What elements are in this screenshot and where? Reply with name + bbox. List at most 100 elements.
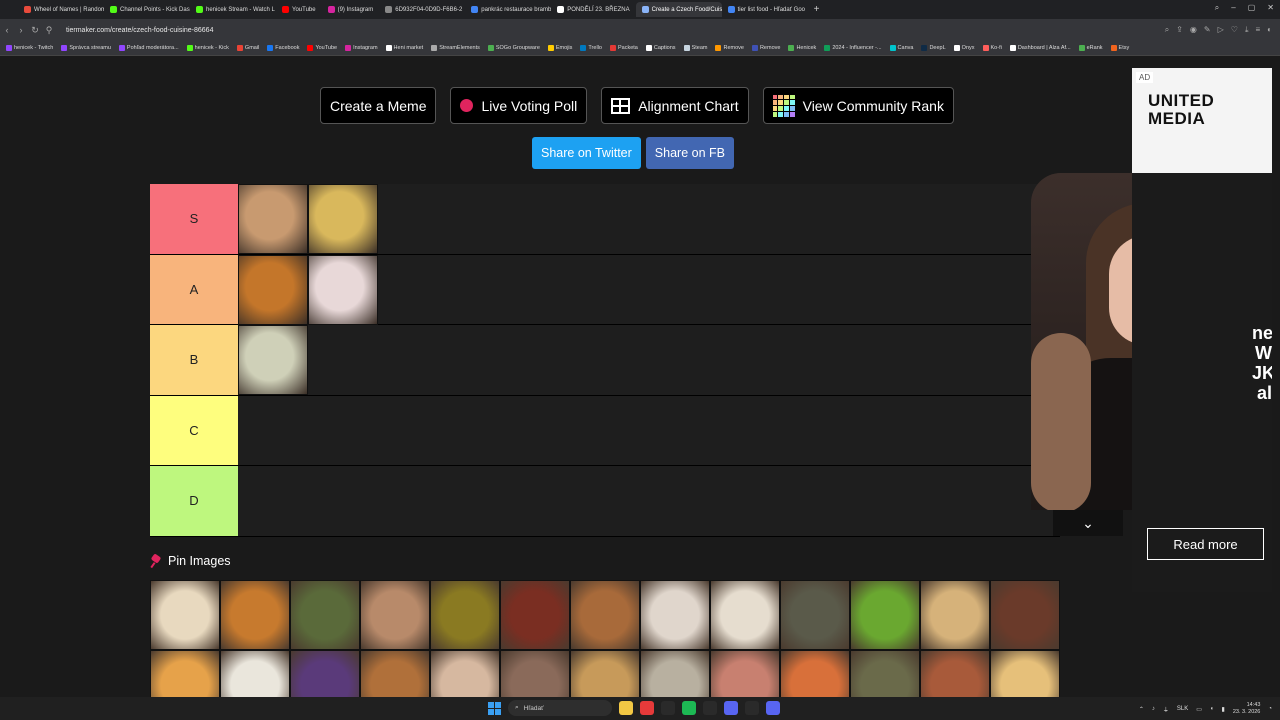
camera-icon[interactable]: ◉ — [1190, 25, 1197, 35]
maximize-icon[interactable]: ▢ — [1248, 3, 1256, 13]
pin-images-header[interactable]: Pin Images — [150, 554, 231, 568]
food-image[interactable] — [290, 580, 360, 650]
taskbar-app-icon[interactable] — [619, 701, 633, 715]
taskbar-app-icon[interactable] — [745, 701, 759, 715]
food-image[interactable] — [150, 650, 220, 697]
heart-icon[interactable]: ♡ — [1231, 25, 1238, 35]
food-image[interactable] — [430, 580, 500, 650]
browser-tab[interactable]: Wheel of Names | Random — [18, 2, 104, 17]
zoom-icon[interactable]: ⌕ — [1165, 25, 1169, 35]
browser-tab[interactable]: pankrác restaurace brambo — [465, 2, 551, 17]
bookmark-item[interactable]: Emojis — [547, 45, 572, 51]
tier-row[interactable]: S — [150, 184, 1060, 255]
tier-label[interactable]: S — [150, 184, 238, 254]
advertisement-panel[interactable]: AD UNITED MEDIA ne W JK al Read more — [1132, 68, 1272, 592]
browser-tab[interactable]: PONDĚLÍ 23. BŘEZNA — [551, 2, 635, 17]
bookmark-item[interactable]: Pohľad moderátora... — [118, 45, 179, 51]
bookmark-item[interactable]: Správca streamu — [61, 45, 111, 51]
bookmark-item[interactable]: StreamElements — [431, 45, 480, 51]
browser-tab[interactable]: (9) Instagram — [322, 2, 380, 17]
tier-row[interactable]: B — [150, 325, 1060, 396]
windows-start-icon[interactable] — [488, 701, 501, 715]
tier-label[interactable]: B — [150, 325, 238, 395]
language-indicator[interactable]: SLK — [1177, 706, 1188, 712]
download-icon[interactable]: ⤓ — [1245, 25, 1249, 35]
forward-icon[interactable]: › — [14, 25, 28, 35]
bookmark-item[interactable]: Facebook — [267, 45, 299, 51]
browser-tab[interactable]: YouTube — [276, 2, 322, 17]
tier-row[interactable]: C — [150, 395, 1060, 466]
minimize-icon[interactable]: – — [1231, 3, 1235, 13]
bookmark-item[interactable]: Henicek — [788, 45, 816, 51]
site-info-icon[interactable]: ⚲ — [42, 25, 56, 36]
food-image[interactable] — [360, 650, 430, 697]
food-image[interactable] — [990, 650, 1060, 697]
food-image[interactable] — [920, 580, 990, 650]
bookmark-item[interactable]: DeepL — [921, 45, 946, 51]
bookmark-item[interactable]: henicek - Twitch — [6, 45, 53, 51]
tier-label[interactable]: D — [150, 466, 238, 536]
taskbar-app-icon[interactable] — [682, 701, 696, 715]
url-field[interactable]: tiermaker.com/create/czech-food-cuisine-… — [66, 27, 1165, 34]
food-image[interactable] — [308, 184, 378, 254]
create-meme-button[interactable]: Create a Meme — [320, 87, 437, 124]
bookmark-item[interactable]: Dashboard | Alza Af... — [1009, 45, 1071, 51]
food-image[interactable] — [920, 650, 990, 697]
browser-tab[interactable]: tier list food - Hľadať Goo — [722, 2, 808, 17]
play-icon[interactable]: ▷ — [1218, 25, 1224, 35]
taskbar-app-icon[interactable] — [724, 701, 738, 715]
food-image[interactable] — [780, 580, 850, 650]
usb-icon[interactable]: ⏚ — [1163, 705, 1169, 714]
food-image[interactable] — [710, 650, 780, 697]
food-image[interactable] — [500, 580, 570, 650]
browser-tab[interactable]: henicek Stream - Watch L — [190, 2, 276, 17]
food-image[interactable] — [290, 650, 360, 697]
notification-icon[interactable]: ◔ — [1268, 706, 1272, 712]
tier-row[interactable]: A — [150, 254, 1060, 325]
food-image[interactable] — [238, 254, 308, 325]
close-icon[interactable]: ✕ — [1267, 3, 1274, 13]
tier-row[interactable]: D — [150, 466, 1060, 537]
clock[interactable]: 14:43 23. 3. 2026 — [1233, 702, 1261, 716]
bookmark-item[interactable]: Trello — [580, 45, 602, 51]
search-tabs-icon[interactable]: ⌕ — [1215, 3, 1219, 13]
food-image[interactable] — [360, 580, 430, 650]
display-icon[interactable]: ▭ — [1196, 706, 1202, 713]
bookmark-item[interactable]: Onyx — [953, 45, 975, 51]
extension-icon[interactable]: ✎ — [1204, 25, 1211, 35]
share-twitter-button[interactable]: Share on Twitter — [532, 137, 641, 169]
browser-tab[interactable]: Channel Points - Kick Das — [104, 2, 190, 17]
reload-icon[interactable]: ↻ — [28, 25, 42, 36]
food-image[interactable] — [990, 580, 1060, 650]
bookmark-item[interactable]: Canva — [889, 45, 913, 51]
view-community-rank-button[interactable]: View Community Rank — [762, 87, 954, 124]
share-icon[interactable]: ⇪ — [1176, 25, 1183, 35]
food-image[interactable] — [850, 580, 920, 650]
alignment-chart-button[interactable]: Alignment Chart — [601, 87, 749, 124]
taskbar-app-icon[interactable] — [640, 701, 654, 715]
bookmark-item[interactable]: Ko-fi — [982, 45, 1002, 51]
ad-read-more-button[interactable]: Read more — [1147, 528, 1264, 560]
bookmark-item[interactable]: Etsy — [1110, 45, 1129, 51]
bookmark-item[interactable]: Remove — [751, 45, 780, 51]
food-image[interactable] — [850, 650, 920, 697]
bookmark-item[interactable]: Packeta — [609, 45, 638, 51]
food-image[interactable] — [570, 580, 640, 650]
food-image[interactable] — [150, 580, 220, 650]
food-image[interactable] — [220, 650, 290, 697]
tier-label[interactable]: C — [150, 395, 238, 465]
food-image[interactable] — [780, 650, 850, 697]
food-image[interactable] — [308, 254, 378, 325]
back-icon[interactable]: ‹ — [0, 25, 14, 35]
bookmark-item[interactable]: Instagram — [345, 45, 378, 51]
menu-icon[interactable]: ≡ — [1255, 25, 1260, 35]
speaker-icon[interactable]: ◖ — [1210, 706, 1214, 712]
battery-icon[interactable]: ▮ — [1222, 706, 1225, 713]
taskbar-search[interactable]: ⌕ Hľadať — [508, 700, 612, 716]
bookmark-item[interactable]: Heni market — [385, 45, 423, 51]
food-image[interactable] — [570, 650, 640, 697]
browser-tab[interactable]: Create a Czech Food/Cuis — [635, 2, 722, 17]
bookmark-item[interactable]: 2024 - Influencer -... — [824, 45, 882, 51]
food-image[interactable] — [710, 580, 780, 650]
taskbar-app-icon[interactable] — [766, 701, 780, 715]
